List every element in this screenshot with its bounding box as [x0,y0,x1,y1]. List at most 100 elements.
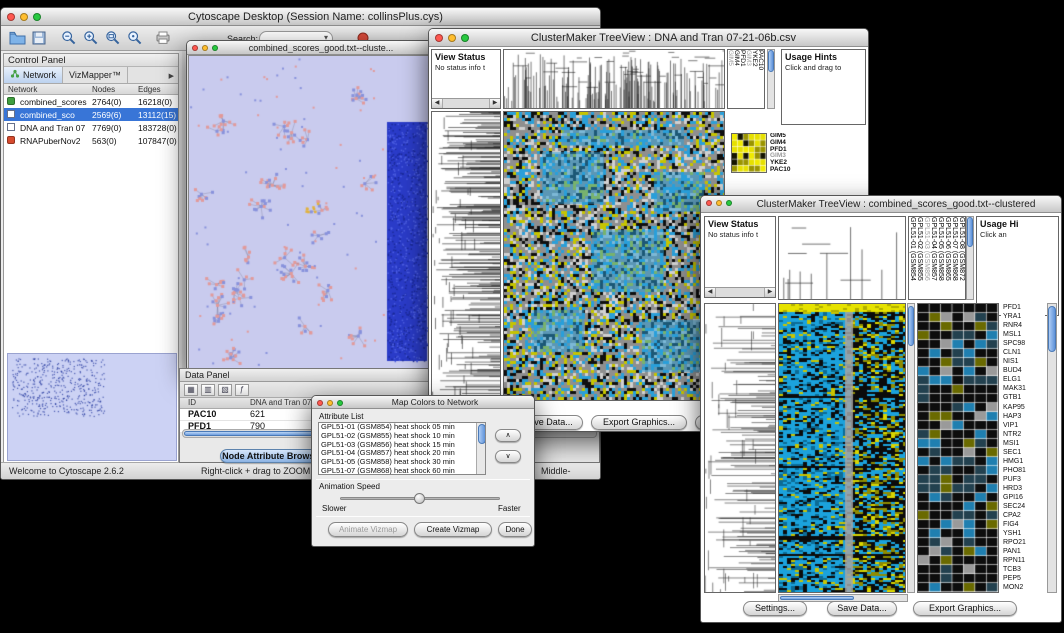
gene-list-scrollbar[interactable] [1047,303,1057,593]
gene-label[interactable]: BUD4 [1001,366,1045,375]
column-dendrogram-canvas[interactable] [778,216,906,300]
maximize-icon[interactable] [212,45,218,51]
attribute-function-icon[interactable]: ƒ [235,384,249,396]
gene-label[interactable]: HMG1 [1001,457,1045,466]
zoom-out-icon[interactable] [59,29,79,47]
row-label[interactable]: PAC10 [770,167,814,174]
network-list-row[interactable]: combined_scores 2764(0) 16218(0) [4,95,178,108]
attribute-item[interactable]: GPL51-07 (GSM868) heat shock 60 min [319,467,476,474]
column-label[interactable]: GPL51-06 (GSM865 [944,217,951,299]
gene-label[interactable]: MSI1 [1001,439,1045,448]
move-up-button[interactable]: ∧ [495,429,521,442]
gene-label[interactable]: HAP3 [1001,412,1045,421]
network-view-titlebar[interactable]: combined_scores_good.txt--cluste... [187,41,431,55]
network-overview-thumbnail[interactable] [7,353,177,461]
settings-button[interactable]: Settings... [743,601,807,616]
vscroll-thumb[interactable] [768,50,774,72]
zoom-in-icon[interactable] [81,29,101,47]
gene-label[interactable]: YSH1 [1001,529,1045,538]
save-session-icon[interactable] [29,29,49,47]
gene-label[interactable]: KAP95 [1001,403,1045,412]
dialog-titlebar[interactable]: Map Colors to Network [312,396,534,409]
vscroll-thumb[interactable] [478,424,486,444]
gene-label[interactable]: SEC1 [1001,448,1045,457]
print-icon[interactable] [153,29,173,47]
network-table-header[interactable]: Network Nodes Edges [4,84,178,95]
scroll-left-icon[interactable]: ◀ [432,99,443,108]
gene-label[interactable]: PUF3 [1001,475,1045,484]
minimize-icon[interactable] [716,200,722,206]
column-label[interactable]: GPL51-05 (GSM858 [937,217,944,299]
zoom-heatmap-canvas[interactable] [917,303,999,593]
vscroll-thumb[interactable] [908,306,914,346]
treeview-combined-titlebar[interactable]: ClusterMaker TreeView : combined_scores_… [701,196,1061,213]
maximize-icon[interactable] [726,200,732,206]
maximize-icon[interactable] [461,34,469,42]
gene-label[interactable]: PEP5 [1001,574,1045,583]
column-label[interactable]: GPL51-01 (GSM854 [909,217,916,299]
column-label[interactable]: GPL51-03 (GSM856 [923,217,930,299]
minimize-icon[interactable] [448,34,456,42]
gene-label[interactable]: HRD3 [1001,484,1045,493]
main-titlebar[interactable]: Cytoscape Desktop (Session Name: collins… [1,8,600,26]
node-attribute-browser-button[interactable]: Node Attribute Brows... [220,449,324,463]
network-graph-canvas[interactable] [188,55,432,370]
column-label-scrollbar[interactable] [966,216,974,300]
gene-label[interactable]: SEC24 [1001,502,1045,511]
export-graphics-button[interactable]: Export Graphics... [591,415,687,430]
tab-network[interactable]: Network [4,67,63,83]
zoom-fit-icon[interactable] [103,29,123,47]
close-icon[interactable] [192,45,198,51]
column-label[interactable]: GPL51-07 (GSM868 [951,217,958,299]
attribute-list-scrollbar[interactable] [476,423,485,474]
column-label[interactable]: GPL51-04 (GSM857 [930,217,937,299]
column-label[interactable]: GPL51-08 (GSM872 [958,217,965,299]
network-list-row-selected[interactable]: combined_sco 2569(6) 13112(15) [4,108,178,121]
gene-label[interactable]: CPA2 [1001,511,1045,520]
hscroll-thumb[interactable] [780,596,854,600]
column-dendrogram-canvas[interactable] [503,49,725,109]
close-icon[interactable] [7,13,15,21]
row-dendrogram-canvas[interactable] [704,303,776,593]
gene-label[interactable]: RNR4 [1001,321,1045,330]
column-label[interactable]: GPL51-02 (GSM855 [916,217,923,299]
close-icon[interactable] [317,400,323,406]
gene-label[interactable]: RPO21 [1001,538,1045,547]
gene-label[interactable]: PHO81 [1001,466,1045,475]
network-list-row[interactable]: RNAPuberNov2 563(0) 107847(0) [4,134,178,147]
minimize-icon[interactable] [20,13,28,21]
zoom-selected-icon[interactable] [125,29,145,47]
gene-label[interactable]: MAK31 [1001,384,1045,393]
close-icon[interactable] [706,200,712,206]
gene-label[interactable]: CLN1 [1001,348,1045,357]
gene-label[interactable]: ELG1 [1001,375,1045,384]
column-label-scrollbar[interactable] [767,49,775,109]
open-session-icon[interactable] [7,29,27,47]
treeview-dna-titlebar[interactable]: ClusterMaker TreeView : DNA and Tran 07-… [429,29,868,47]
gene-label[interactable]: NIS1 [1001,357,1045,366]
delete-attribute-icon[interactable]: ▧ [218,384,232,396]
heatmap-vscrollbar[interactable] [907,303,915,593]
gene-label[interactable]: NTR2 [1001,430,1045,439]
tab-vizmapper[interactable]: VizMapper™ [63,67,128,83]
vscroll-thumb[interactable] [1048,306,1056,352]
minimize-icon[interactable] [202,45,208,51]
view-status-hscrollbar[interactable]: ◀ ▶ [705,287,775,297]
gene-label[interactable]: RPN11 [1001,556,1045,565]
gene-label[interactable]: TCB3 [1001,565,1045,574]
zoom-matrix-canvas[interactable] [731,133,767,173]
row-dendrogram-canvas[interactable] [431,111,501,401]
maximize-icon[interactable] [337,400,343,406]
animate-vizmap-button[interactable]: Animate Vizmap [328,522,408,537]
view-status-hscrollbar[interactable]: ◀ ▶ [432,98,500,108]
gene-label[interactable]: GTB1 [1001,393,1045,402]
done-button[interactable]: Done [498,522,532,537]
vscroll-thumb[interactable] [967,217,973,247]
gene-label[interactable]: YRA1 [1001,312,1045,321]
minimize-icon[interactable] [327,400,333,406]
export-graphics-button[interactable]: Export Graphics... [913,601,1017,616]
heatmap-canvas[interactable] [503,111,725,401]
gene-label[interactable]: MON2 [1001,583,1045,592]
close-icon[interactable] [435,34,443,42]
gene-label[interactable]: SPC98 [1001,339,1045,348]
